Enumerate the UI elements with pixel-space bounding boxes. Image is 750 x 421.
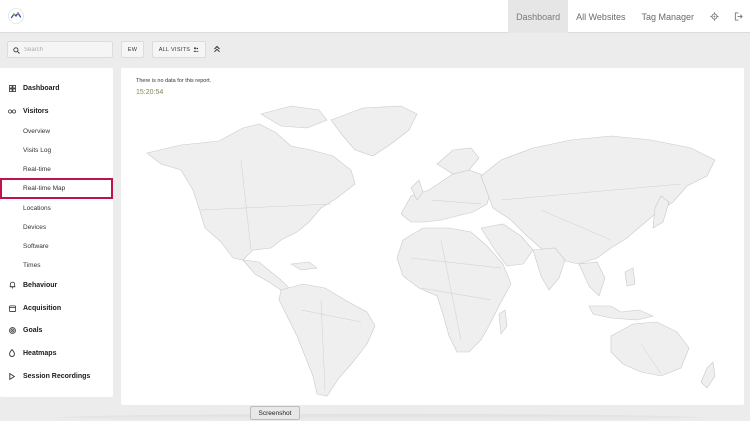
map-south-america <box>278 283 376 397</box>
realtime-map-card: There is no data for this report. 15:20:… <box>121 68 744 405</box>
map-europe <box>400 169 492 223</box>
map-new-zealand <box>700 361 716 389</box>
menu-goals[interactable]: Goals <box>0 321 113 339</box>
submenu-label: Times <box>23 261 41 269</box>
gear-icon[interactable] <box>702 0 726 33</box>
menu-acquisition[interactable]: Acquisition <box>0 299 113 317</box>
map-philippines <box>624 267 636 287</box>
current-time: 15:20:54 <box>136 89 164 96</box>
submenu-visits-log[interactable]: Visits Log <box>0 142 113 158</box>
acquisition-icon <box>7 303 17 313</box>
menu-label: Heatmaps <box>23 349 57 357</box>
map-australia <box>610 321 690 377</box>
menu-heatmaps[interactable]: Heatmaps <box>0 344 113 362</box>
menu-visitors[interactable]: Visitors <box>0 102 113 120</box>
window-shadow <box>60 414 700 421</box>
menu-label: Session Recordings <box>23 372 91 380</box>
submenu-label: Devices <box>23 223 47 231</box>
map-madagascar <box>498 309 508 335</box>
map-indonesia <box>588 305 654 321</box>
submenu-devices[interactable]: Devices <box>0 219 113 235</box>
menu-label: Acquisition <box>23 304 62 312</box>
submenu-software[interactable]: Software <box>0 238 113 254</box>
submenu-overview[interactable]: Overview <box>0 123 113 139</box>
menu-session-recordings[interactable]: Session Recordings <box>0 367 113 385</box>
target-icon <box>7 325 17 335</box>
map-arctic-islands <box>260 105 328 129</box>
nav-all-websites[interactable]: All Websites <box>568 0 633 33</box>
map-southeast-asia <box>578 261 606 297</box>
nav-tag-manager[interactable]: Tag Manager <box>633 0 702 33</box>
segment-selector[interactable]: ALL VISITS <box>152 41 206 58</box>
users-icon <box>193 47 199 52</box>
double-chevron-up-icon[interactable] <box>210 42 224 56</box>
search-icon <box>13 41 20 59</box>
no-data-message: There is no data for this report. <box>136 78 212 84</box>
menu-label: Behaviour <box>23 281 58 289</box>
search-input[interactable] <box>24 46 104 53</box>
submenu-real-time[interactable]: Real-time <box>0 161 113 177</box>
sidebar-menu: Dashboard Visitors Overview Visits Log R… <box>0 68 113 397</box>
submenu-label: Visits Log <box>23 146 52 154</box>
visitors-icon <box>7 106 17 116</box>
play-icon <box>7 371 17 381</box>
logout-icon[interactable] <box>726 0 750 33</box>
map-india <box>532 247 566 291</box>
menu-label: Dashboard <box>23 84 60 92</box>
submenu-label: Software <box>23 242 49 250</box>
menu-label: Goals <box>23 326 43 334</box>
world-map[interactable] <box>141 100 721 400</box>
top-bar: Dashboard All Websites Tag Manager <box>0 0 750 33</box>
map-caribbean <box>290 261 318 271</box>
menu-label: Visitors <box>23 107 49 115</box>
top-navigation: Dashboard All Websites Tag Manager <box>508 0 750 33</box>
submenu-label: Overview <box>23 127 51 135</box>
submenu-label: Locations <box>23 204 51 212</box>
screenshot-tooltip: Screenshot <box>250 406 300 420</box>
matomo-logo[interactable] <box>8 8 24 24</box>
nav-dashboard[interactable]: Dashboard <box>508 0 569 33</box>
submenu-label: Real-time <box>23 165 51 173</box>
submenu-times[interactable]: Times <box>0 257 113 273</box>
period-selector[interactable]: EW <box>121 41 144 58</box>
search-box[interactable] <box>7 41 113 58</box>
map-greenland <box>330 105 418 157</box>
map-north-america <box>146 123 356 261</box>
flame-icon <box>7 348 17 358</box>
submenu-label: Real-time Map <box>23 185 66 192</box>
menu-dashboard[interactable]: Dashboard <box>0 79 113 97</box>
submenu-real-time-map[interactable]: Real-time Map <box>0 178 113 199</box>
bell-icon <box>7 280 17 290</box>
map-scandinavia <box>436 147 480 175</box>
menu-behaviour[interactable]: Behaviour <box>0 276 113 294</box>
submenu-locations[interactable]: Locations <box>0 200 113 216</box>
dashboard-grid-icon <box>7 83 17 93</box>
segment-label: ALL VISITS <box>158 46 191 53</box>
map-central-america <box>242 259 290 291</box>
